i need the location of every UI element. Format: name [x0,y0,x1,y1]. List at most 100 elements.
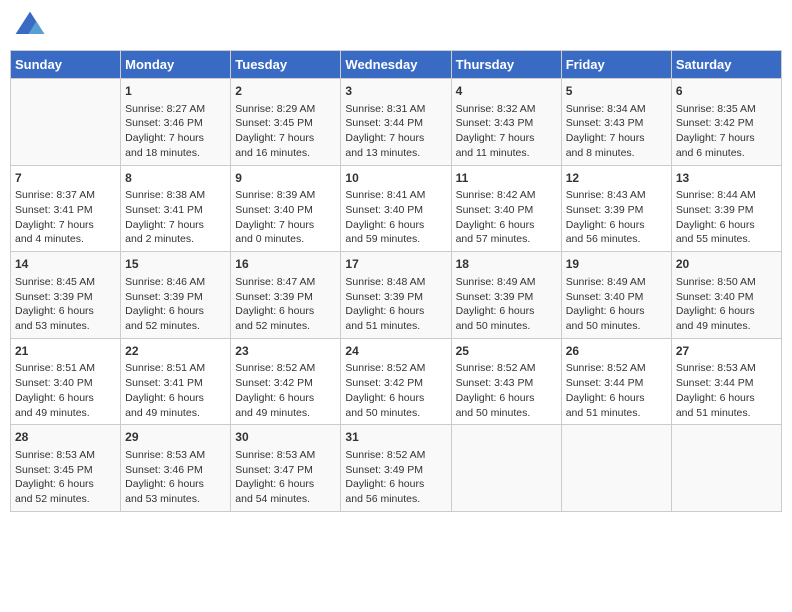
cell-content-line: and 52 minutes. [235,319,336,334]
calendar-week-3: 14Sunrise: 8:45 AMSunset: 3:39 PMDayligh… [11,252,782,339]
cell-content-line: and 13 minutes. [345,146,446,161]
cell-content-line: Sunrise: 8:53 AM [15,448,116,463]
calendar-cell: 27Sunrise: 8:53 AMSunset: 3:44 PMDayligh… [671,338,781,425]
calendar-cell: 28Sunrise: 8:53 AMSunset: 3:45 PMDayligh… [11,425,121,512]
cell-content-line: Daylight: 7 hours [566,131,667,146]
cell-content-line: Daylight: 6 hours [566,391,667,406]
calendar-cell: 5Sunrise: 8:34 AMSunset: 3:43 PMDaylight… [561,79,671,166]
day-number: 29 [125,429,226,446]
cell-content-line: Sunset: 3:44 PM [345,116,446,131]
calendar-cell: 1Sunrise: 8:27 AMSunset: 3:46 PMDaylight… [121,79,231,166]
cell-content-line: Sunrise: 8:47 AM [235,275,336,290]
cell-content-line: Sunset: 3:40 PM [456,203,557,218]
cell-content-line: Sunset: 3:43 PM [456,376,557,391]
calendar-week-1: 1Sunrise: 8:27 AMSunset: 3:46 PMDaylight… [11,79,782,166]
cell-content-line: and 53 minutes. [125,492,226,507]
weekday-header-monday: Monday [121,51,231,79]
cell-content-line: Sunrise: 8:48 AM [345,275,446,290]
calendar-cell: 9Sunrise: 8:39 AMSunset: 3:40 PMDaylight… [231,165,341,252]
day-number: 7 [15,170,116,187]
cell-content-line: Sunrise: 8:49 AM [566,275,667,290]
cell-content-line: Sunset: 3:44 PM [676,376,777,391]
cell-content-line: and 11 minutes. [456,146,557,161]
cell-content-line: Sunset: 3:40 PM [676,290,777,305]
cell-content-line: Sunset: 3:44 PM [566,376,667,391]
calendar-cell: 17Sunrise: 8:48 AMSunset: 3:39 PMDayligh… [341,252,451,339]
day-number: 17 [345,256,446,273]
calendar-week-2: 7Sunrise: 8:37 AMSunset: 3:41 PMDaylight… [11,165,782,252]
cell-content-line: Sunrise: 8:53 AM [676,361,777,376]
cell-content-line: Sunrise: 8:53 AM [125,448,226,463]
calendar-cell: 10Sunrise: 8:41 AMSunset: 3:40 PMDayligh… [341,165,451,252]
calendar-cell: 23Sunrise: 8:52 AMSunset: 3:42 PMDayligh… [231,338,341,425]
cell-content-line: Sunset: 3:40 PM [235,203,336,218]
day-number: 23 [235,343,336,360]
calendar-cell: 14Sunrise: 8:45 AMSunset: 3:39 PMDayligh… [11,252,121,339]
cell-content-line: Daylight: 6 hours [566,218,667,233]
cell-content-line: and 18 minutes. [125,146,226,161]
cell-content-line: Daylight: 6 hours [456,304,557,319]
cell-content-line: and 49 minutes. [676,319,777,334]
cell-content-line: and 52 minutes. [125,319,226,334]
cell-content-line: Daylight: 6 hours [235,304,336,319]
cell-content-line: Sunset: 3:39 PM [676,203,777,218]
cell-content-line: Sunset: 3:42 PM [676,116,777,131]
cell-content-line: Sunset: 3:39 PM [235,290,336,305]
calendar-week-4: 21Sunrise: 8:51 AMSunset: 3:40 PMDayligh… [11,338,782,425]
cell-content-line: Sunset: 3:41 PM [15,203,116,218]
weekday-header-sunday: Sunday [11,51,121,79]
calendar-cell: 7Sunrise: 8:37 AMSunset: 3:41 PMDaylight… [11,165,121,252]
cell-content-line: Sunrise: 8:50 AM [676,275,777,290]
cell-content-line: Sunrise: 8:52 AM [345,448,446,463]
day-number: 2 [235,83,336,100]
calendar-cell [561,425,671,512]
calendar-week-5: 28Sunrise: 8:53 AMSunset: 3:45 PMDayligh… [11,425,782,512]
cell-content-line: Daylight: 6 hours [15,477,116,492]
cell-content-line: Sunrise: 8:44 AM [676,188,777,203]
day-number: 21 [15,343,116,360]
cell-content-line: and 49 minutes. [125,406,226,421]
cell-content-line: Daylight: 7 hours [15,218,116,233]
weekday-header-thursday: Thursday [451,51,561,79]
calendar-cell: 18Sunrise: 8:49 AMSunset: 3:39 PMDayligh… [451,252,561,339]
cell-content-line: Daylight: 7 hours [345,131,446,146]
day-number: 4 [456,83,557,100]
cell-content-line: Sunset: 3:40 PM [345,203,446,218]
cell-content-line: Sunset: 3:40 PM [15,376,116,391]
cell-content-line: Sunrise: 8:52 AM [235,361,336,376]
cell-content-line: and 53 minutes. [15,319,116,334]
calendar-cell [671,425,781,512]
cell-content-line: Sunrise: 8:32 AM [456,102,557,117]
cell-content-line: Daylight: 6 hours [345,391,446,406]
day-number: 31 [345,429,446,446]
cell-content-line: Sunset: 3:40 PM [566,290,667,305]
cell-content-line: Sunrise: 8:35 AM [676,102,777,117]
cell-content-line: and 56 minutes. [345,492,446,507]
day-number: 30 [235,429,336,446]
cell-content-line: Sunrise: 8:34 AM [566,102,667,117]
cell-content-line: and 4 minutes. [15,232,116,247]
calendar-cell: 26Sunrise: 8:52 AMSunset: 3:44 PMDayligh… [561,338,671,425]
cell-content-line: Sunset: 3:49 PM [345,463,446,478]
calendar-cell: 20Sunrise: 8:50 AMSunset: 3:40 PMDayligh… [671,252,781,339]
calendar-cell: 3Sunrise: 8:31 AMSunset: 3:44 PMDaylight… [341,79,451,166]
cell-content-line: Daylight: 6 hours [456,218,557,233]
cell-content-line: Sunrise: 8:39 AM [235,188,336,203]
cell-content-line: Daylight: 7 hours [456,131,557,146]
day-number: 25 [456,343,557,360]
day-number: 14 [15,256,116,273]
cell-content-line: Sunset: 3:39 PM [15,290,116,305]
cell-content-line: Daylight: 6 hours [125,477,226,492]
cell-content-line: Daylight: 7 hours [235,131,336,146]
weekday-header-wednesday: Wednesday [341,51,451,79]
cell-content-line: Daylight: 6 hours [345,304,446,319]
cell-content-line: Daylight: 6 hours [125,391,226,406]
day-number: 8 [125,170,226,187]
calendar-cell: 31Sunrise: 8:52 AMSunset: 3:49 PMDayligh… [341,425,451,512]
day-number: 12 [566,170,667,187]
cell-content-line: Daylight: 6 hours [15,304,116,319]
calendar-cell: 6Sunrise: 8:35 AMSunset: 3:42 PMDaylight… [671,79,781,166]
cell-content-line: Sunrise: 8:37 AM [15,188,116,203]
calendar-cell: 19Sunrise: 8:49 AMSunset: 3:40 PMDayligh… [561,252,671,339]
day-number: 1 [125,83,226,100]
